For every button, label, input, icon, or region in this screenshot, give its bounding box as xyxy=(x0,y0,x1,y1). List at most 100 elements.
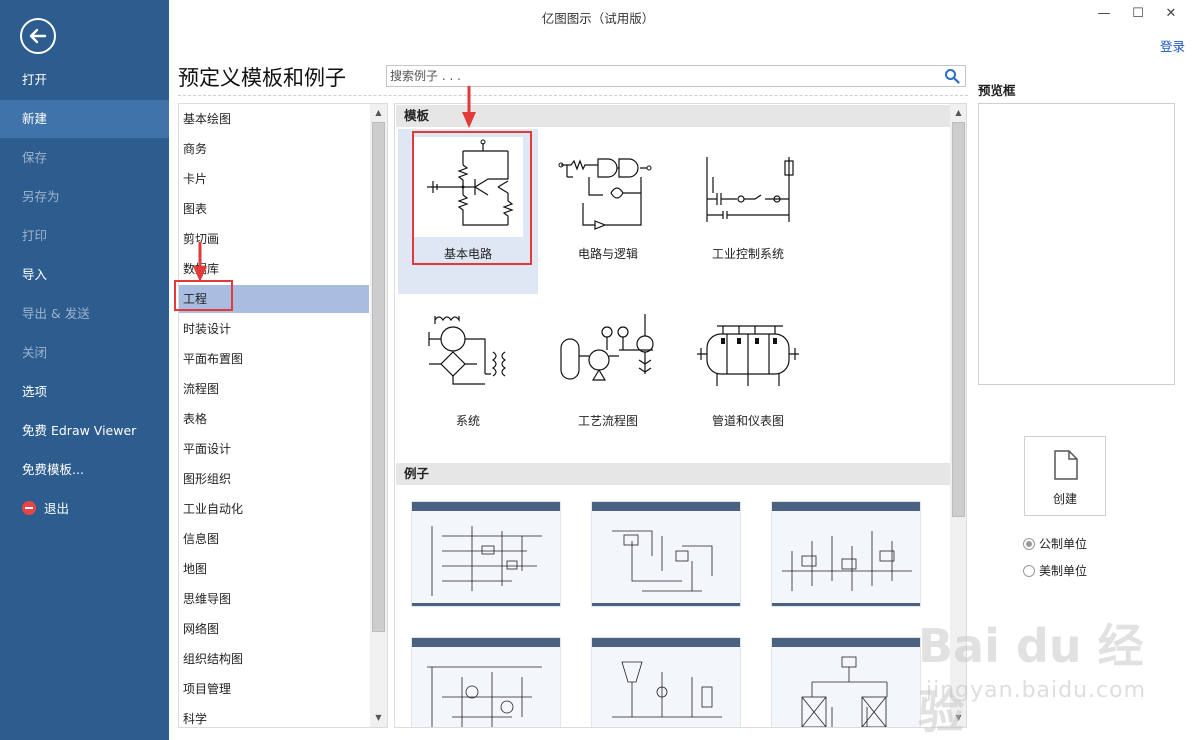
menu-import[interactable]: 导入 xyxy=(0,256,169,294)
red-arrow-down-icon xyxy=(462,86,476,128)
template-label: 管道和仪表图 xyxy=(711,414,784,428)
category-item[interactable]: 网络图 xyxy=(179,615,369,643)
example-thumbnail-3[interactable] xyxy=(771,501,921,607)
radio-unchecked[interactable] xyxy=(1023,565,1035,577)
watermark-logo: Bai du 经验 xyxy=(918,619,1144,739)
category-list: 基本绘图 商务 卡片 图表 剪切画 数据库 工程 时装设计 平面布置图 流程图 … xyxy=(178,103,388,728)
red-arrow-down-icon xyxy=(193,242,207,282)
scroll-down-arrow-icon[interactable]: ▼ xyxy=(370,710,387,726)
example-thumbnail-5[interactable] xyxy=(591,637,741,727)
example-title-bar xyxy=(592,502,740,511)
sidebar: 打开 新建 保存 另存为 打印 导入 导出 & 发送 关闭 选项 免费 Edra… xyxy=(0,0,169,740)
circuit-logic-thumbnail xyxy=(558,158,652,230)
example-title-bar xyxy=(412,502,560,511)
category-item[interactable]: 剪切画 xyxy=(179,225,369,253)
menu-free-viewer[interactable]: 免费 Edraw Viewer xyxy=(0,412,169,450)
scroll-up-arrow-icon[interactable]: ▲ xyxy=(370,105,387,121)
example-title-bar xyxy=(772,502,920,511)
menu-open[interactable]: 打开 xyxy=(0,61,169,99)
example-footer-bar xyxy=(412,603,560,606)
example-title-bar xyxy=(592,638,740,647)
templates-header: 模板 xyxy=(396,105,950,127)
example-diagram-4 xyxy=(427,666,542,727)
menu-free-templates[interactable]: 免费模板... xyxy=(0,451,169,489)
template-system[interactable]: 系统 xyxy=(398,296,538,461)
category-item[interactable]: 时装设计 xyxy=(179,315,369,343)
template-circuit-logic[interactable]: 电路与逻辑 xyxy=(538,129,678,294)
metric-units-option[interactable]: 公制单位 xyxy=(1023,536,1087,552)
example-footer-bar xyxy=(592,603,740,606)
system-thumbnail xyxy=(428,316,507,385)
example-thumbnail-6[interactable] xyxy=(771,637,921,727)
template-industrial-control[interactable]: 工业控制系统 xyxy=(678,129,818,294)
category-item[interactable]: 卡片 xyxy=(179,165,369,193)
example-thumbnail-4[interactable] xyxy=(411,637,561,727)
menu-export-send[interactable]: 导出 & 发送 xyxy=(0,295,169,333)
industrial-control-thumbnail xyxy=(706,157,794,222)
category-item[interactable]: 平面布置图 xyxy=(179,345,369,373)
menu-close[interactable]: 关闭 xyxy=(0,334,169,372)
arrow-left-icon xyxy=(29,28,47,44)
header-separator xyxy=(178,95,968,96)
process-flow-thumbnail xyxy=(560,314,654,381)
menu-exit[interactable]: 退出 xyxy=(0,490,169,528)
window-title: 亿图图示（试用版） xyxy=(541,11,655,26)
example-title-bar xyxy=(772,638,920,647)
search-icon[interactable] xyxy=(944,68,960,84)
preview-box xyxy=(978,103,1175,385)
scroll-thumb[interactable] xyxy=(372,122,385,632)
page-title: 预定义模板和例子 xyxy=(178,66,346,90)
close-button[interactable]: ✕ xyxy=(1157,4,1185,24)
category-item[interactable]: 工业自动化 xyxy=(179,495,369,523)
menu-save[interactable]: 保存 xyxy=(0,139,169,177)
new-document-icon xyxy=(1054,450,1078,480)
template-label: 电路与逻辑 xyxy=(577,247,638,261)
radio-checked[interactable] xyxy=(1023,538,1035,550)
example-footer-bar xyxy=(772,603,920,606)
pid-thumbnail xyxy=(697,325,799,386)
template-label: 工艺流程图 xyxy=(577,414,638,428)
scroll-thumb[interactable] xyxy=(952,122,965,517)
example-diagram-6 xyxy=(801,656,888,727)
menu-print[interactable]: 打印 xyxy=(0,217,169,255)
example-diagram-2 xyxy=(612,530,713,592)
menu-options[interactable]: 选项 xyxy=(0,373,169,411)
login-link[interactable]: 登录 xyxy=(1160,36,1185,55)
category-item[interactable]: 表格 xyxy=(179,405,369,433)
us-units-option[interactable]: 美制单位 xyxy=(1023,563,1087,579)
example-diagram-5 xyxy=(612,661,722,718)
example-thumbnail-1[interactable] xyxy=(411,501,561,607)
category-item[interactable]: 平面设计 xyxy=(179,435,369,463)
scroll-up-arrow-icon[interactable]: ▲ xyxy=(950,105,966,121)
minimize-button[interactable]: — xyxy=(1090,4,1118,24)
highlight-box-category xyxy=(174,280,233,311)
category-item[interactable]: 组织结构图 xyxy=(179,645,369,673)
maximize-button[interactable]: ☐ xyxy=(1124,4,1152,24)
category-item[interactable]: 地图 xyxy=(179,555,369,583)
preview-label: 预览框 xyxy=(978,83,1016,98)
template-process-flow[interactable]: 工艺流程图 xyxy=(538,296,678,461)
search-input[interactable] xyxy=(387,66,927,86)
category-item[interactable]: 基本绘图 xyxy=(179,105,369,133)
menu-save-as[interactable]: 另存为 xyxy=(0,178,169,216)
template-label: 工业控制系统 xyxy=(711,247,784,261)
category-item[interactable]: 商务 xyxy=(179,135,369,163)
category-item[interactable]: 数据库 xyxy=(179,255,369,283)
example-thumbnail-2[interactable] xyxy=(591,501,741,607)
create-label: 创建 xyxy=(1052,492,1077,506)
menu-new[interactable]: 新建 xyxy=(0,100,169,138)
category-item[interactable]: 思维导图 xyxy=(179,585,369,613)
category-item[interactable]: 图表 xyxy=(179,195,369,223)
create-button[interactable]: 创建 xyxy=(1024,436,1106,516)
template-label: 系统 xyxy=(455,414,480,428)
template-pid[interactable]: 管道和仪表图 xyxy=(678,296,818,461)
watermark-url: jingyan.baidu.com xyxy=(926,678,1147,703)
category-item[interactable]: 信息图 xyxy=(179,525,369,553)
category-item[interactable]: 流程图 xyxy=(179,375,369,403)
category-item[interactable]: 图形组织 xyxy=(179,465,369,493)
category-item[interactable]: 科学 xyxy=(179,705,369,727)
category-item[interactable]: 项目管理 xyxy=(179,675,369,703)
search-box xyxy=(386,65,966,87)
examples-header: 例子 xyxy=(396,463,950,485)
exit-icon xyxy=(22,501,36,515)
